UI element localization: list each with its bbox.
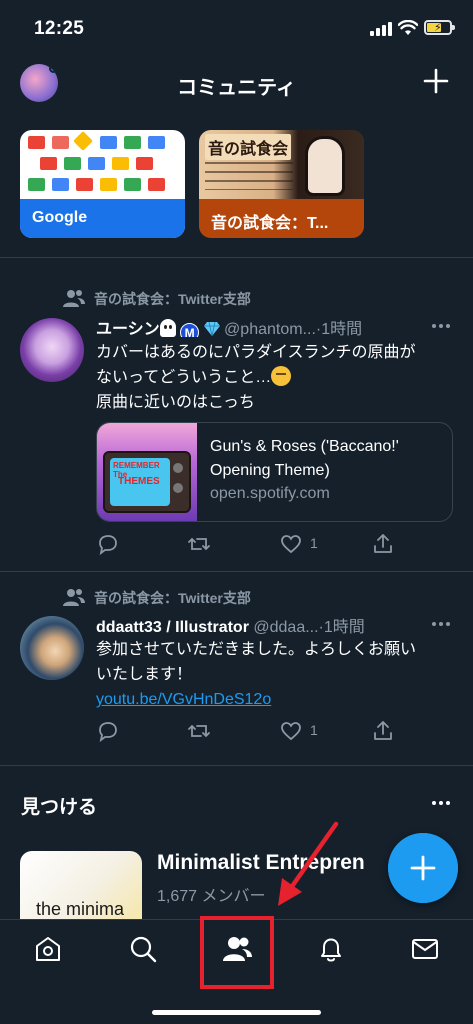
like-icon[interactable] [279,719,303,743]
home-indicator [152,1010,321,1015]
tweet-text: カバーはあるのにパラダイスランチの原曲が ないってどういうこと… 原曲に近いのは… [96,340,453,415]
tweet-header: ddaatt33 / Illustrator @ddaa...·1時間 [96,613,451,635]
like-count: 1 [310,722,318,738]
suggested-community-thumbnail[interactable]: the minima [20,851,142,926]
reply-icon[interactable] [96,719,120,743]
page-title: コミュニティ [177,77,296,99]
m-badge-icon: M [180,323,200,337]
link-preview-title: Gun's & Roses ('Baccano!' Opening Theme) [210,438,399,479]
tweet-text-line: 参加させていただきました。よろしくお願い [96,641,417,658]
link-preview-domain: open.spotify.com [210,485,330,502]
thinking-emoji-icon [271,366,292,386]
community-card-label: Google [20,199,185,238]
thumbnail-caption: the minima [36,899,125,919]
thumbnail-caption: THEMES [118,476,160,487]
share-icon[interactable] [371,719,395,743]
tweet-text: 参加させていただきました。よろしくお願い いたします！ youtu.be/VGv… [96,637,453,712]
tweet-actions: 1 [96,532,396,556]
tweet-text-line: カバーはあるのにパラダイスランチの原曲が [96,344,416,361]
battery-icon: ⚡ [424,20,455,35]
ghost-emoji-icon [159,319,176,337]
tweet-avatar[interactable] [20,318,84,382]
status-time: 12:25 [34,18,85,39]
highlight-box [200,916,274,989]
retweet-icon[interactable] [187,532,211,556]
header: コミュニティ [0,56,473,112]
suggested-community-members: 1,677 メンバー [157,888,266,905]
tweet-header: ユーシン M @phantom...·1時間 [96,315,451,337]
more-options-icon[interactable] [431,793,451,813]
messages-icon[interactable] [410,934,440,964]
more-options-icon[interactable] [431,614,451,634]
home-icon[interactable] [33,934,63,964]
google-apps-icon [26,131,181,198]
create-community-button[interactable] [421,66,451,96]
tweet-2[interactable]: 音の試食会：Twitter支部 ddaatt33 / Illustrator @… [0,572,473,764]
share-icon[interactable] [371,532,395,556]
search-icon[interactable] [128,934,158,964]
tweet-timestamp: 1時間 [323,619,365,635]
cellular-signal-icon [370,22,392,36]
community-context-text: 音の試食会：Twitter支部 [94,590,251,606]
tweet-link[interactable]: youtu.be/VGvHnDeS12o [96,687,453,712]
like-icon[interactable] [279,532,303,556]
tweet-1[interactable]: 音の試食会：Twitter支部 ユーシン M @phantom...·1時間 カ… [0,258,473,571]
community-card-label: 音の試食会：T... [199,199,364,238]
community-cover-art: 音の試食会 [199,130,364,199]
retweet-icon[interactable] [187,719,211,743]
gem-emoji-icon [203,322,220,336]
wifi-icon [398,20,418,35]
discover-heading: 見つける [21,797,98,818]
tweet-text-line: ないってどういうこと… [96,369,272,386]
tweet-text-line: 原曲に近いのはこっち [96,394,255,411]
more-options-icon[interactable] [431,316,451,336]
community-context-text: 音の試食会：Twitter支部 [94,291,251,307]
status-bar: 12:25 ⚡ [0,0,473,56]
reply-icon[interactable] [96,532,120,556]
cover-title: 音の試食会 [205,134,292,160]
community-card-otono[interactable]: 音の試食会 音の試食会：T... [199,130,364,238]
compose-fab-button[interactable] [388,833,458,903]
notifications-icon[interactable] [316,934,346,964]
like-count: 1 [310,535,318,551]
tweet-text-line: いたします！ [96,666,193,683]
tweet-handle: @ddaa... [253,619,319,635]
tweet-avatar[interactable] [20,616,84,680]
community-card-google[interactable]: Google [20,130,185,238]
tweet-timestamp: 1時間 [321,321,363,337]
annotation-arrow-icon [278,821,339,906]
community-icon [63,589,85,606]
community-icon [63,290,85,307]
link-preview-card[interactable]: REMEMBER The THEMES Gun's & Roses ('Bacc… [96,422,453,522]
link-preview-thumbnail: REMEMBER The THEMES [97,423,197,521]
tweet-handle: @phantom... [224,321,316,337]
tweet-author-name[interactable]: ddaatt33 / Illustrator [96,619,249,635]
tweet-actions: 1 [96,719,396,743]
tweet-author-name[interactable]: ユーシン [96,321,160,337]
community-cards: Google 音の試食会 音の試食会：T... [0,130,473,238]
divider [0,765,473,766]
